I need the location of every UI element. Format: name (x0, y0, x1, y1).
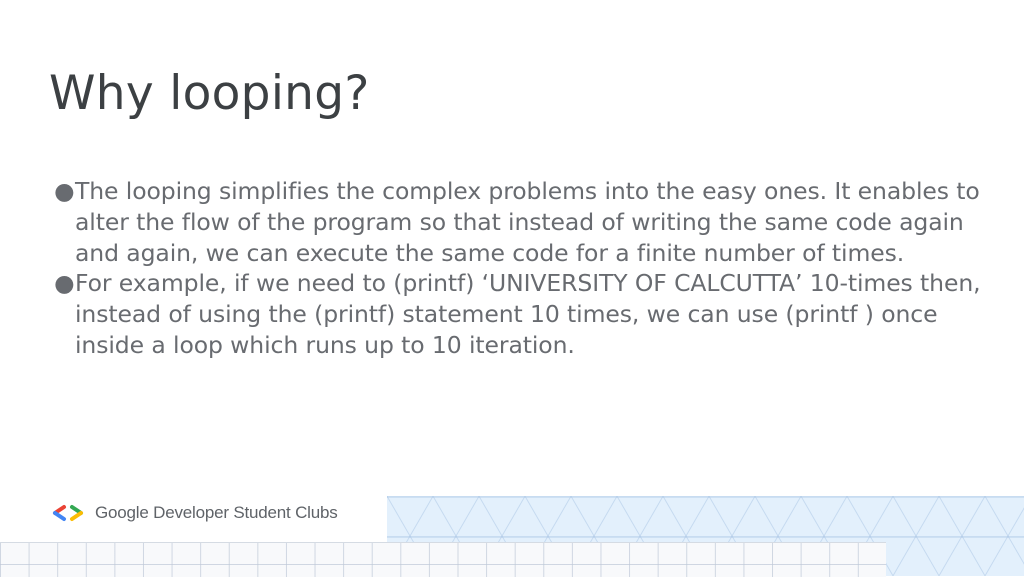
bullet-marker: ● (54, 177, 75, 205)
decorative-grid (0, 542, 886, 577)
gdsc-logo: Google Developer Student Clubs (51, 503, 338, 523)
bullet-item: ● The looping simplifies the complex pro… (54, 176, 984, 268)
bullet-text: For example, if we need to (printf) ‘UNI… (75, 269, 981, 359)
bullet-text: The looping simplifies the complex probl… (75, 177, 980, 267)
gdsc-brackets-icon (53, 505, 83, 521)
logo-text: Google Developer Student Clubs (95, 503, 338, 522)
bullet-item: ● For example, if we need to (printf) ‘U… (54, 268, 984, 360)
bullet-marker: ● (54, 269, 75, 298)
slide-title: Why looping? (49, 66, 370, 121)
bullet-list: ● The looping simplifies the complex pro… (54, 176, 984, 361)
